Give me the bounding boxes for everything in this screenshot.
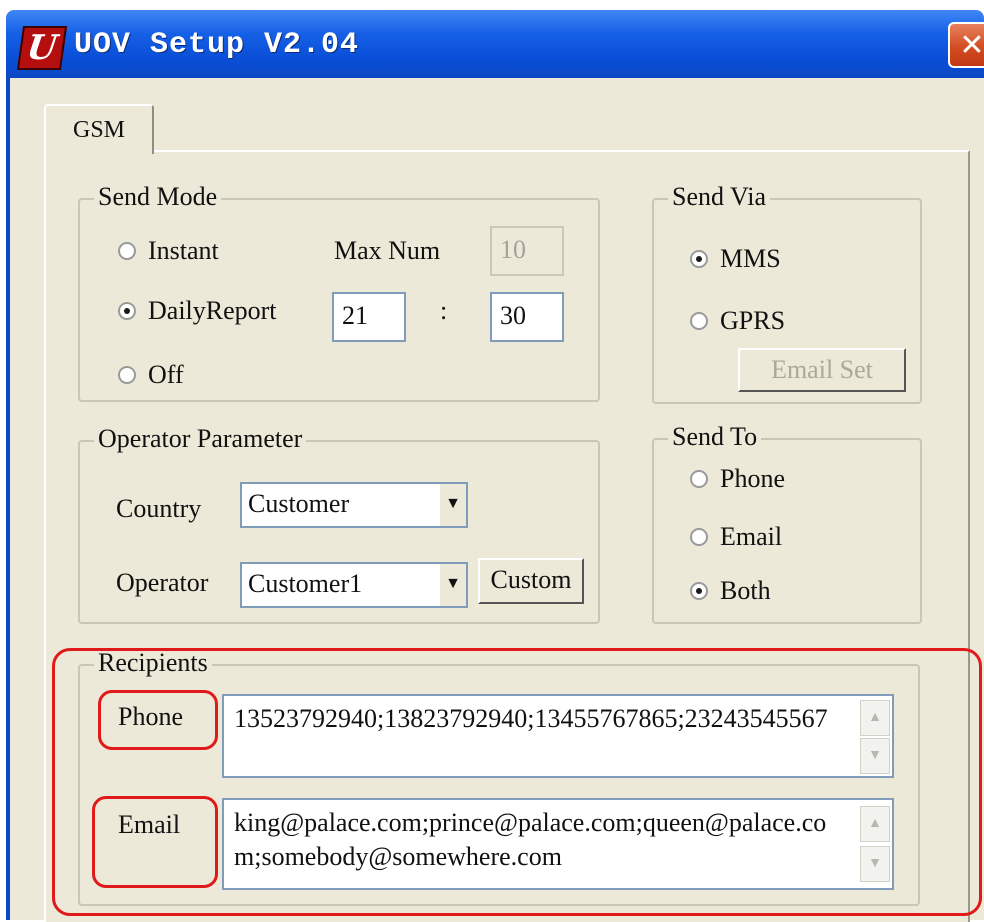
send-to-legend: Send To [668,422,762,452]
tab-gsm[interactable]: GSM [44,104,154,154]
email-label-highlight [92,796,218,888]
country-select[interactable]: Customer ▼ [240,482,468,528]
operator-label: Operator [116,568,209,597]
country-dropdown-icon[interactable]: ▼ [438,484,466,526]
app-logo-icon: U [16,26,68,70]
send-via-legend: Send Via [668,182,771,212]
radio-dailyreport-indicator[interactable] [118,302,136,320]
operator-dropdown-icon[interactable]: ▼ [438,564,466,606]
country-label: Country [116,494,202,523]
send-mode-legend: Send Mode [94,182,222,212]
max-num-label: Max Num [334,236,441,265]
custom-button[interactable]: Custom [478,558,584,604]
radio-off-indicator[interactable] [118,366,136,384]
radio-dailyreport[interactable]: DailyReport [118,296,277,326]
country-select-value: Customer [248,489,350,518]
radio-off-label: Off [148,360,184,389]
radio-mms-label: MMS [720,244,781,273]
title-bar[interactable]: U UOV Setup V2.04 [6,10,984,78]
time-separator: : [440,296,448,325]
radio-send-to-both-label: Both [720,576,771,605]
radio-send-to-email[interactable]: Email [690,522,782,552]
phone-label-highlight [98,690,218,750]
setup-window: U UOV Setup V2.04 ✕ GSM Send Mode Instan… [0,0,984,922]
radio-send-to-phone-label: Phone [720,464,785,493]
max-num-input[interactable]: 10 [490,226,564,276]
radio-gprs[interactable]: GPRS [690,306,785,336]
radio-mms-indicator[interactable] [690,250,708,268]
radio-gprs-label: GPRS [720,306,786,335]
radio-send-to-phone[interactable]: Phone [690,464,785,494]
email-set-button[interactable]: Email Set [738,348,906,392]
radio-send-to-email-indicator[interactable] [690,528,708,546]
radio-instant[interactable]: Instant [118,236,219,266]
window-title: UOV Setup V2.04 [74,28,360,62]
operator-select[interactable]: Customer1 ▼ [240,562,468,608]
close-button[interactable]: ✕ [948,22,984,68]
radio-instant-label: Instant [148,236,219,265]
radio-send-to-both[interactable]: Both [690,576,771,606]
radio-send-to-email-label: Email [720,522,783,551]
radio-instant-indicator[interactable] [118,242,136,260]
radio-send-to-both-indicator[interactable] [690,582,708,600]
radio-send-to-phone-indicator[interactable] [690,470,708,488]
radio-off[interactable]: Off [118,360,184,390]
hour-input[interactable]: 21 [332,292,406,342]
operator-parameter-legend: Operator Parameter [94,424,307,454]
minute-input[interactable]: 30 [490,292,564,342]
radio-dailyreport-label: DailyReport [148,296,277,325]
radio-gprs-indicator[interactable] [690,312,708,330]
radio-mms[interactable]: MMS [690,244,781,274]
operator-select-value: Customer1 [248,569,363,598]
